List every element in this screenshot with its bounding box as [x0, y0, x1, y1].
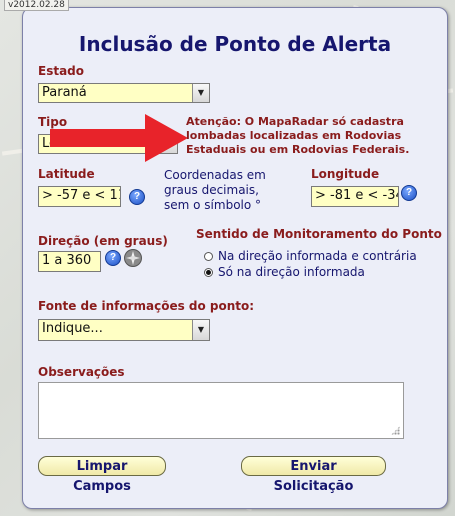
- longitude-label: Longitude: [311, 167, 380, 181]
- latitude-label: Latitude: [38, 167, 95, 181]
- form-title: Inclusão de Ponto de Alerta: [78, 32, 392, 56]
- red-arrow-icon: [50, 114, 188, 162]
- fonte-value: Indique...: [42, 321, 103, 336]
- help-icon[interactable]: ?: [105, 250, 121, 266]
- fonte-select[interactable]: Indique... ▼: [38, 319, 210, 341]
- fonte-label: Fonte de informações do ponto:: [38, 299, 255, 313]
- latitude-input[interactable]: > -57 e < 11: [38, 186, 121, 207]
- sentido-label: Sentido de Monitoramento do Ponto: [196, 227, 442, 241]
- radio-button-selected[interactable]: [204, 267, 213, 277]
- chevron-down-icon[interactable]: ▼: [192, 320, 209, 340]
- help-icon[interactable]: ?: [129, 189, 145, 205]
- help-icon[interactable]: ?: [401, 185, 417, 201]
- radio-informed-direction-label: Só na direção informada: [218, 265, 365, 279]
- warning-line-1: Atenção: O MapaRadar só cadastra: [186, 115, 404, 128]
- resize-grip-icon[interactable]: [391, 426, 400, 435]
- coord-hint-line-3: sem o símbolo °: [164, 198, 262, 212]
- warning-line-3: Estaduais ou em Rodovias Federais.: [186, 143, 410, 156]
- warning-line-2: lombadas localizadas em Rodovias: [186, 129, 402, 142]
- radio-informed-direction[interactable]: Só na direção informada: [204, 265, 365, 279]
- compass-icon[interactable]: [124, 249, 142, 267]
- alert-point-form-panel: Inclusão de Ponto de Alerta Estado Paran…: [22, 7, 448, 509]
- radio-both-directions-label: Na direção informada e contrária: [218, 249, 417, 263]
- coord-hint-line-2: graus decimais,: [164, 183, 259, 197]
- observacoes-label: Observações: [38, 365, 125, 379]
- coord-hint-line-1: Coordenadas em: [164, 168, 266, 182]
- clear-fields-button[interactable]: Limpar Campos: [38, 456, 166, 494]
- direcao-input[interactable]: 1 a 360: [38, 251, 101, 272]
- chevron-down-icon[interactable]: ▼: [192, 84, 209, 102]
- estado-select[interactable]: Paraná ▼: [38, 83, 210, 103]
- observacoes-textarea[interactable]: [38, 382, 404, 439]
- estado-value: Paraná: [42, 85, 87, 100]
- version-label: v2012.02.28: [4, 0, 69, 11]
- direcao-label: Direção (em graus): [38, 234, 168, 248]
- estado-label: Estado: [38, 64, 85, 78]
- radio-both-directions[interactable]: Na direção informada e contrária: [204, 249, 417, 263]
- submit-request-button[interactable]: Enviar Solicitação: [241, 456, 386, 494]
- longitude-input[interactable]: > -81 e < -34: [311, 186, 399, 207]
- radio-button[interactable]: [204, 251, 213, 261]
